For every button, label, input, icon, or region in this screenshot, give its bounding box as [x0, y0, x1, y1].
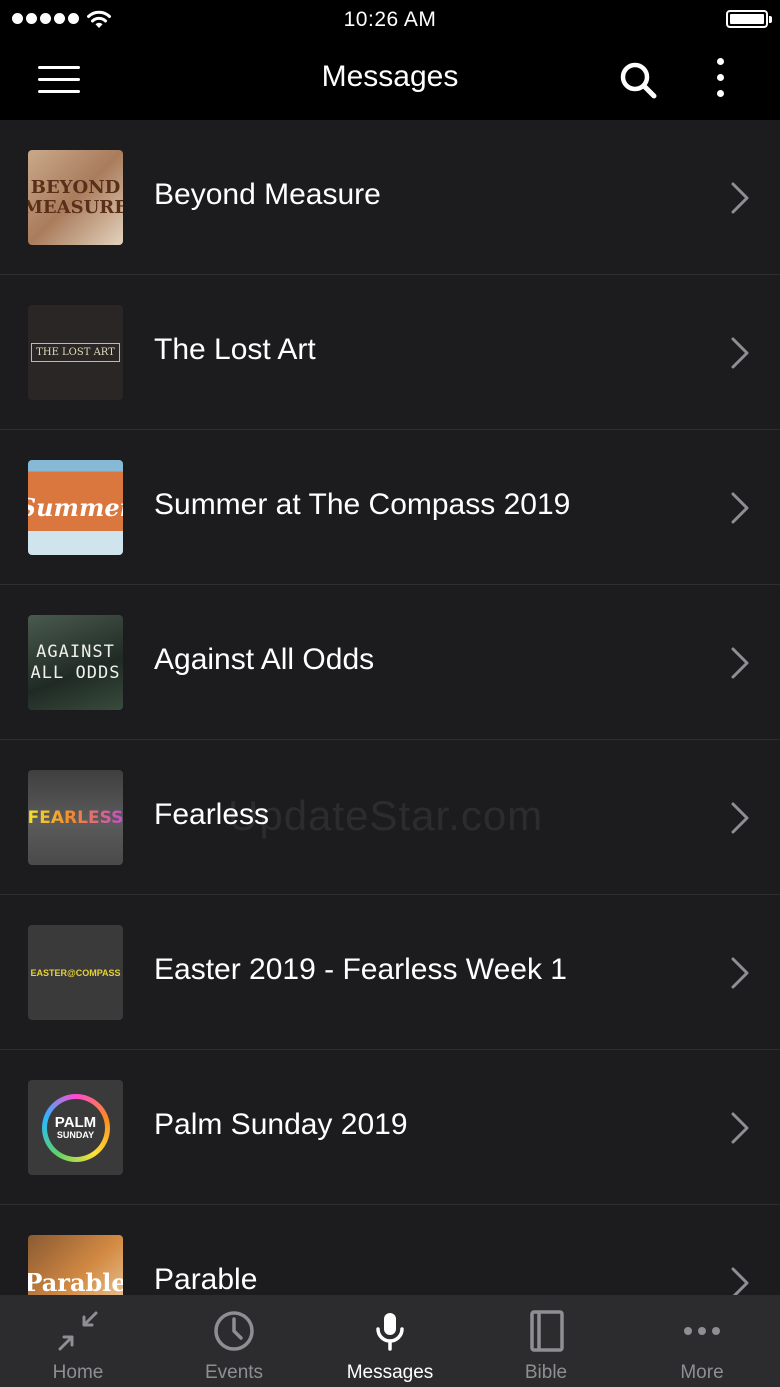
- series-thumbnail: BEYOND MEASURE: [28, 150, 123, 245]
- series-thumbnail: PALM SUNDAY: [28, 1080, 123, 1175]
- tab-bible[interactable]: Bible: [468, 1295, 624, 1387]
- more-options-button[interactable]: [708, 58, 732, 102]
- chevron-right-icon: [731, 957, 749, 989]
- nav-bar: Messages: [0, 40, 780, 120]
- list-item[interactable]: FEARLESS Fearless: [0, 740, 780, 895]
- tab-label: Bible: [524, 1362, 568, 1383]
- chevron-right-icon: [731, 182, 749, 214]
- list-item[interactable]: Summer Summer at The Compass 2019: [0, 430, 780, 585]
- chevron-right-icon: [731, 802, 749, 834]
- list-item-title: Easter 2019 - Fearless Week 1: [154, 953, 567, 986]
- series-thumbnail: Summer: [28, 460, 123, 555]
- book-icon: [530, 1310, 564, 1352]
- chevron-right-icon: [731, 337, 749, 369]
- tab-label: Messages: [346, 1362, 434, 1383]
- search-icon[interactable]: [618, 60, 658, 100]
- list-item[interactable]: EASTER@COMPASS Easter 2019 - Fearless We…: [0, 895, 780, 1050]
- list-item[interactable]: AGAINST ALL ODDS Against All Odds: [0, 585, 780, 740]
- list-item-title: Fearless: [154, 798, 270, 831]
- tab-messages[interactable]: Messages: [312, 1295, 468, 1387]
- list-item[interactable]: THE LOST ART The Lost Art: [0, 275, 780, 430]
- series-thumbnail: THE LOST ART: [28, 305, 123, 400]
- tab-home[interactable]: Home: [0, 1295, 156, 1387]
- chevron-right-icon: [731, 492, 749, 524]
- list-item[interactable]: PALM SUNDAY Palm Sunday 2019: [0, 1050, 780, 1205]
- list-item[interactable]: BEYOND MEASURE Beyond Measure: [0, 120, 780, 275]
- home-icon: [58, 1311, 98, 1351]
- tab-label: Events: [204, 1362, 264, 1383]
- list-item-title: Against All Odds: [154, 643, 375, 676]
- list-item-title: The Lost Art: [154, 333, 316, 366]
- messages-list[interactable]: BEYOND MEASURE Beyond Measure THE LOST AR…: [0, 120, 780, 1295]
- tab-label: More: [680, 1362, 724, 1383]
- chevron-right-icon: [731, 1267, 749, 1295]
- app-screen: 10:26 AM Messages BEYOND MEASURE Beyond M…: [0, 0, 780, 1387]
- list-item-title: Palm Sunday 2019: [154, 1108, 408, 1141]
- status-time: 10:26 AM: [343, 8, 437, 31]
- kebab-icon: [716, 58, 724, 65]
- list-item[interactable]: Parable Parable: [0, 1205, 780, 1295]
- list-item-title: Beyond Measure: [154, 178, 381, 211]
- series-thumbnail: EASTER@COMPASS: [28, 925, 123, 1020]
- list-item-title: Parable: [154, 1263, 258, 1295]
- list-item-title: Summer at The Compass 2019: [154, 488, 571, 521]
- chevron-right-icon: [731, 1112, 749, 1144]
- tab-label: Home: [52, 1362, 104, 1383]
- clock-icon: [214, 1311, 254, 1351]
- chevron-right-icon: [731, 647, 749, 679]
- microphone-icon: [376, 1313, 404, 1351]
- status-bar: 10:26 AM: [0, 0, 780, 40]
- battery-icon: [726, 10, 772, 28]
- more-dots-icon: [684, 1327, 720, 1335]
- tab-bar: Home Events Messages Bible More: [0, 1295, 780, 1387]
- tab-more[interactable]: More: [624, 1295, 780, 1387]
- series-thumbnail: Parable: [28, 1235, 123, 1295]
- series-thumbnail: FEARLESS: [28, 770, 123, 865]
- tab-events[interactable]: Events: [156, 1295, 312, 1387]
- page-title: Messages: [321, 60, 459, 93]
- series-thumbnail: AGAINST ALL ODDS: [28, 615, 123, 710]
